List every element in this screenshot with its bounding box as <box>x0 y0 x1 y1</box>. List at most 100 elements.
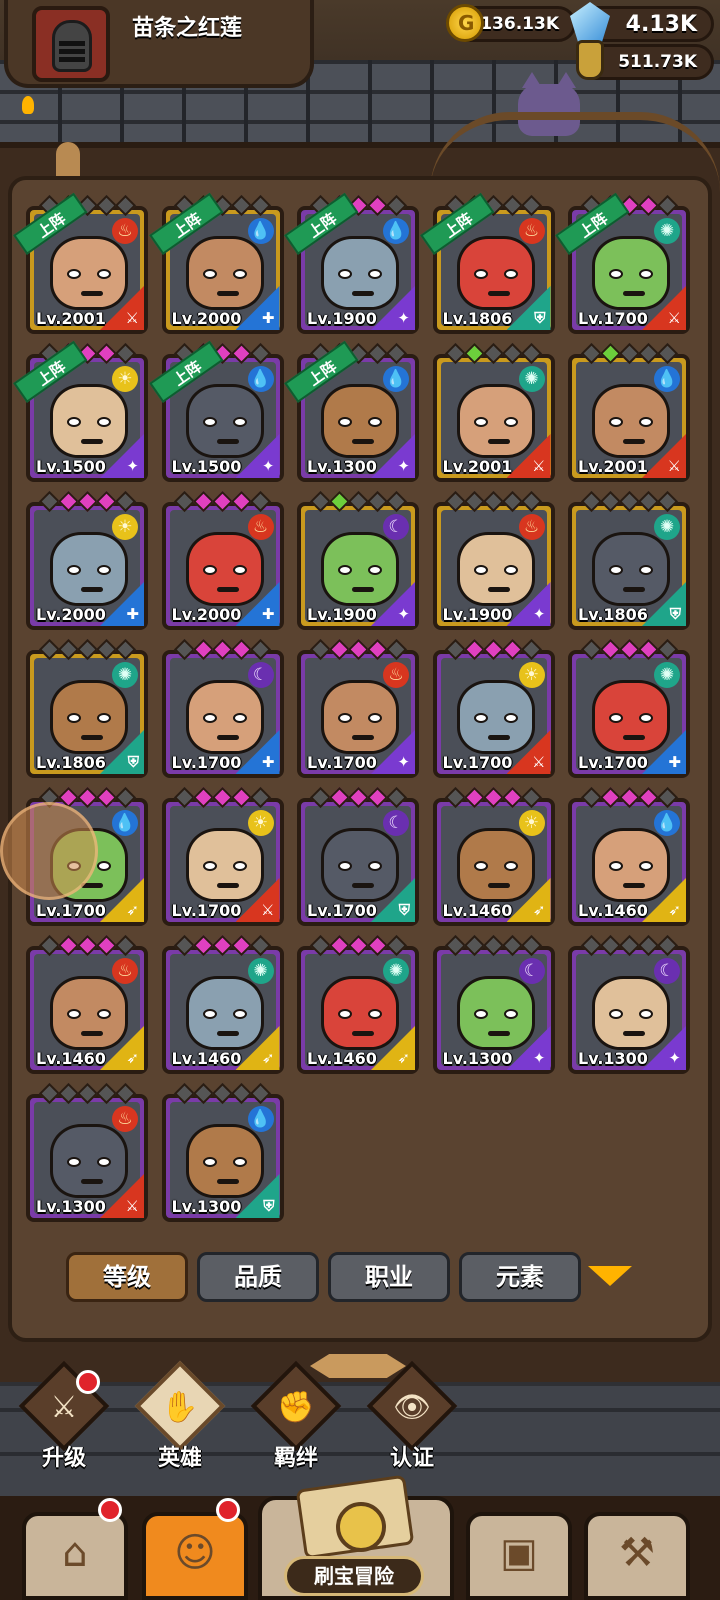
eye <box>202 1009 217 1019</box>
star-pip-icon <box>637 194 659 217</box>
fire-element-icon: ♨ <box>383 662 409 688</box>
hero-card[interactable]: ♨ ✦ Lv.1700 <box>297 638 419 778</box>
bottom-nav-heroes[interactable]: ☺ <box>142 1512 248 1600</box>
bottom-nav-inventory[interactable]: ▣ <box>466 1512 572 1600</box>
hero-face <box>321 532 399 606</box>
star-pips <box>572 490 686 513</box>
hero-card[interactable]: ✺ ✚ Lv.1700 <box>568 638 690 778</box>
hero-card[interactable]: 💧 ⚔ Lv.2001 <box>568 342 690 482</box>
hero-level: Lv.1900 <box>307 605 377 624</box>
hero-card[interactable]: ♨ ➶ Lv.1460 <box>26 934 148 1074</box>
hero-card[interactable]: ☀ ✦ 上阵 Lv.1500 <box>13 340 148 482</box>
eye <box>67 269 81 279</box>
eye <box>232 1009 247 1019</box>
hammer-icon: ⚒ <box>619 1530 655 1576</box>
star-pip-icon <box>114 934 136 957</box>
hero-card[interactable]: 💧 ✦ 上阵 Lv.1300 <box>284 340 419 482</box>
hero-card[interactable]: ✺ ⚔ 上阵 Lv.1700 <box>555 192 690 334</box>
hero-face <box>185 532 264 606</box>
sort-tab-element[interactable]: 元素 <box>459 1252 581 1302</box>
bottom-nav-shop[interactable]: ⌂ <box>22 1512 128 1600</box>
star-pip-icon <box>76 786 98 809</box>
hero-card[interactable]: ✺ ➶ Lv.1460 <box>297 934 419 1074</box>
eye <box>609 565 623 575</box>
wind-element-icon: ✺ <box>112 662 138 688</box>
floating-assistive-bubble[interactable] <box>0 802 98 900</box>
subnav-upgrade[interactable]: ⚔ 升级 <box>18 1360 114 1484</box>
star-pip-icon <box>114 194 136 217</box>
star-pip-icon <box>385 342 407 365</box>
hero-level: Lv.2000 <box>171 309 242 328</box>
sort-tab-quality[interactable]: 品质 <box>197 1252 319 1302</box>
mouth <box>81 1179 103 1184</box>
star-pip-icon <box>38 1082 60 1105</box>
mouth <box>216 1179 239 1184</box>
star-pip-icon <box>328 934 350 957</box>
bottom-nav-forge[interactable]: ⚒ <box>584 1512 690 1600</box>
star-pip-icon <box>249 342 272 365</box>
star-pips <box>437 934 551 957</box>
subnav-bonds-label: 羁绊 <box>273 1446 318 1471</box>
star-pip-icon <box>637 638 659 661</box>
hero-card[interactable]: ☀ ⚔ Lv.1700 <box>161 786 284 926</box>
hero-card[interactable]: ☾ ✦ Lv.1300 <box>568 934 690 1074</box>
hero-card[interactable]: 💧 ✚ 上阵 Lv.2000 <box>148 192 284 334</box>
hero-card[interactable]: 💧 ➶ Lv.1460 <box>568 786 690 926</box>
light-element-icon: ☀ <box>518 662 545 688</box>
eye <box>97 713 111 723</box>
gold-amount: 136.13K <box>480 14 559 34</box>
hero-card[interactable]: ☾ ⛨ Lv.1700 <box>297 786 419 926</box>
hero-face <box>185 680 264 754</box>
player-avatar[interactable] <box>32 6 110 82</box>
sort-tab-class[interactable]: 职业 <box>328 1252 450 1302</box>
fire-element-icon: ♨ <box>247 514 274 540</box>
sort-dropdown-arrow-icon[interactable] <box>588 1266 632 1286</box>
star-pip-icon <box>637 934 659 957</box>
hero-card[interactable]: 💧 ✦ 上阵 Lv.1500 <box>148 340 284 482</box>
eye <box>368 565 382 575</box>
eye <box>473 1009 488 1019</box>
hero-card[interactable]: ✺ ➶ Lv.1460 <box>161 934 284 1074</box>
hero-card[interactable]: ☀ ➶ Lv.1460 <box>432 786 555 926</box>
hero-card[interactable]: ☾ ✦ Lv.1300 <box>432 934 555 1074</box>
sort-tab-level[interactable]: 等级 <box>66 1252 188 1302</box>
hero-card[interactable]: ☾ ✚ Lv.1700 <box>161 638 284 778</box>
eye <box>639 269 653 279</box>
hero-level: Lv.1300 <box>578 1049 648 1068</box>
hero-level: Lv.2001 <box>36 309 106 328</box>
subnav-bonds[interactable]: ✊ 羁绊 <box>250 1360 346 1484</box>
hero-card[interactable]: ♨ ⛨ 上阵 Lv.1806 <box>419 192 555 334</box>
hero-card[interactable]: ☾ ✦ Lv.1900 <box>297 490 419 630</box>
star-pips <box>572 786 686 809</box>
hero-card[interactable]: ☀ ⚔ Lv.1700 <box>432 638 555 778</box>
hero-level: Lv.1700 <box>307 901 377 920</box>
upgrade-notification-badge <box>76 1370 100 1394</box>
hero-card[interactable]: ♨ ⚔ 上阵 Lv.2001 <box>13 192 148 334</box>
hero-card[interactable]: ✺ ⛨ Lv.1806 <box>568 490 690 630</box>
hero-card[interactable]: ☀ ✚ Lv.2000 <box>26 490 148 630</box>
mouth <box>352 735 374 740</box>
subnav-certify[interactable]: 👁 认证 <box>366 1360 462 1484</box>
star-pips <box>166 638 280 661</box>
hero-card[interactable]: ✺ ⚔ Lv.2001 <box>432 342 555 482</box>
shop-stall-icon: ⌂ <box>62 1530 88 1576</box>
hero-card[interactable]: 💧 ✦ 上阵 Lv.1900 <box>284 192 419 334</box>
hero-level: Lv.1700 <box>171 753 242 772</box>
mouth <box>81 291 103 296</box>
water-element-icon: 💧 <box>654 366 680 392</box>
hero-card[interactable]: ✺ ⛨ Lv.1806 <box>26 638 148 778</box>
hero-level: Lv.1700 <box>578 753 648 772</box>
subnav-heroes[interactable]: ✋ 英雄 <box>134 1360 230 1484</box>
fire-element-icon: ♨ <box>112 1106 138 1132</box>
hero-card[interactable]: 💧 ⛨ Lv.1300 <box>161 1082 284 1222</box>
star-pip-icon <box>38 490 60 513</box>
star-pip-icon <box>385 934 407 957</box>
hero-level: Lv.1460 <box>36 1049 106 1068</box>
hero-card[interactable]: ♨ ⚔ Lv.1300 <box>26 1082 148 1222</box>
hero-card[interactable]: ♨ ✦ Lv.1900 <box>432 490 555 630</box>
hero-level: Lv.2001 <box>442 457 513 476</box>
water-element-icon: 💧 <box>112 810 138 836</box>
mouth <box>81 1031 103 1036</box>
hero-card[interactable]: ♨ ✚ Lv.2000 <box>161 490 284 630</box>
hero-face <box>592 976 670 1050</box>
